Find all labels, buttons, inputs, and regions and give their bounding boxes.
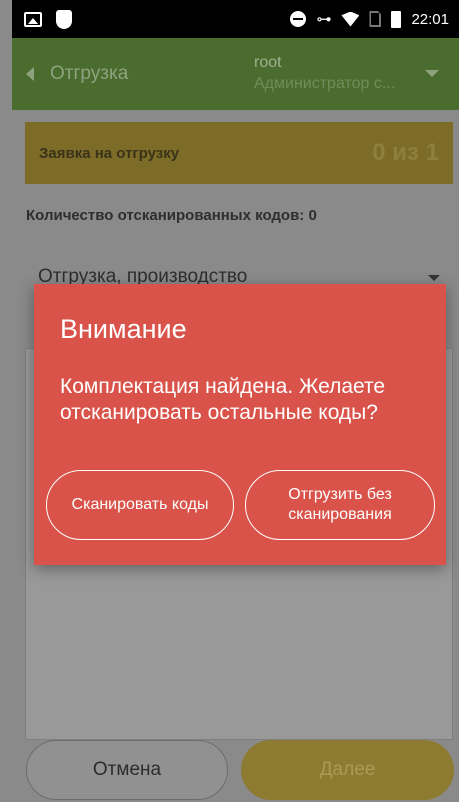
order-count: 0 из 1 [372,139,439,166]
cancel-button[interactable]: Отмена [26,740,228,800]
attention-dialog: Внимание Комплектация найдена. Желаете о… [34,284,446,565]
battery-icon [391,10,402,28]
dialog-title: Внимание [60,314,187,344]
scan-codes-button[interactable]: Сканировать коды [46,470,234,540]
account-dropdown-icon[interactable] [425,70,439,77]
do-not-disturb-icon [290,11,307,27]
user-account[interactable]: root Администратор с... [254,52,419,94]
ship-without-scan-button[interactable]: Отгрузить без сканирования [245,470,435,540]
vpn-key-icon: ⊶ [316,11,332,28]
status-bar: ⊶ 22:01 [12,0,459,38]
user-role: Администратор с... [254,75,396,92]
wifi-icon [341,11,360,27]
back-arrow-icon[interactable] [26,67,34,81]
shield-icon [56,9,72,29]
scanned-codes-count: Количество отсканированных кодов: 0 [26,207,317,224]
image-icon [24,11,42,27]
order-label: Заявка на отгрузку [39,144,180,162]
order-card[interactable]: Заявка на отгрузку 0 из 1 [25,122,453,184]
dialog-message: Комплектация найдена. Желаете отсканиров… [60,375,386,424]
clock: 22:01 [411,10,449,28]
page-title: Отгрузка [50,63,129,84]
user-name: root [254,54,282,71]
chevron-down-icon [428,275,440,281]
next-button[interactable]: Далее [241,740,454,800]
no-sim-icon [369,11,382,27]
app-bar: Отгрузка root Администратор с... [12,38,459,110]
